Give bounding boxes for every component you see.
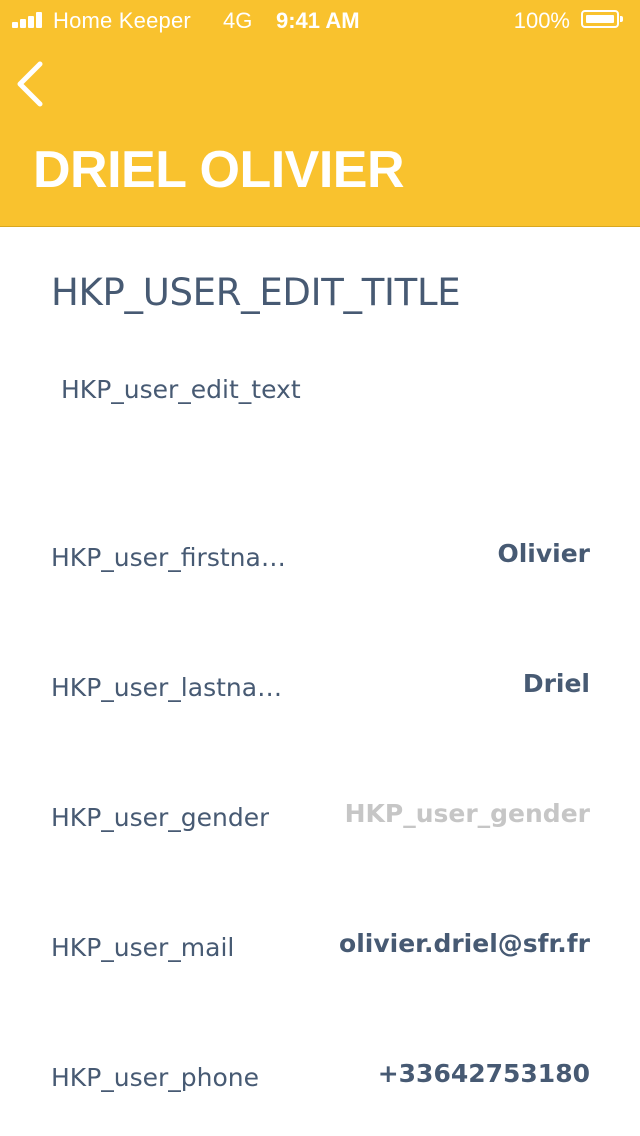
chevron-left-icon — [17, 61, 43, 107]
battery-icon — [581, 10, 625, 30]
firstname-row[interactable]: HKP_user_firstname Olivier — [0, 533, 640, 593]
firstname-value[interactable]: Olivier — [497, 539, 590, 568]
signal-strength-icon — [12, 12, 48, 28]
battery-percentage: 100% — [513, 8, 570, 33]
section-description: HKP_user_edit_text — [61, 375, 301, 404]
back-button[interactable] — [10, 58, 54, 110]
network-type: 4G — [223, 8, 253, 33]
app-header: Home Keeper 4G 9:41 AM 100% DRIEL OLIVIE… — [0, 0, 640, 227]
page-title: DRIEL OLIVIER — [33, 141, 405, 199]
firstname-label: HKP_user_firstname — [51, 543, 291, 572]
section-title: HKP_USER_EDIT_TITLE — [51, 271, 461, 314]
mail-value[interactable]: olivier.driel@sfr.fr — [339, 929, 590, 958]
carrier-name: Home Keeper — [53, 8, 191, 33]
gender-row[interactable]: HKP_user_gender HKP_user_gender — [0, 793, 640, 853]
phone-label: HKP_user_phone — [51, 1063, 260, 1092]
lastname-row[interactable]: HKP_user_lastname Driel — [0, 663, 640, 723]
status-time: 9:41 AM — [276, 8, 360, 33]
gender-label: HKP_user_gender — [51, 803, 270, 832]
status-bar: Home Keeper 4G 9:41 AM 100% — [0, 0, 640, 40]
mail-label: HKP_user_mail — [51, 933, 235, 962]
phone-row[interactable]: HKP_user_phone +33642753180 — [0, 1053, 640, 1113]
phone-value[interactable]: +33642753180 — [378, 1059, 590, 1088]
lastname-value[interactable]: Driel — [523, 669, 590, 698]
mail-row[interactable]: HKP_user_mail olivier.driel@sfr.fr — [0, 923, 640, 983]
lastname-label: HKP_user_lastname — [51, 673, 291, 702]
gender-value[interactable]: HKP_user_gender — [345, 799, 590, 828]
